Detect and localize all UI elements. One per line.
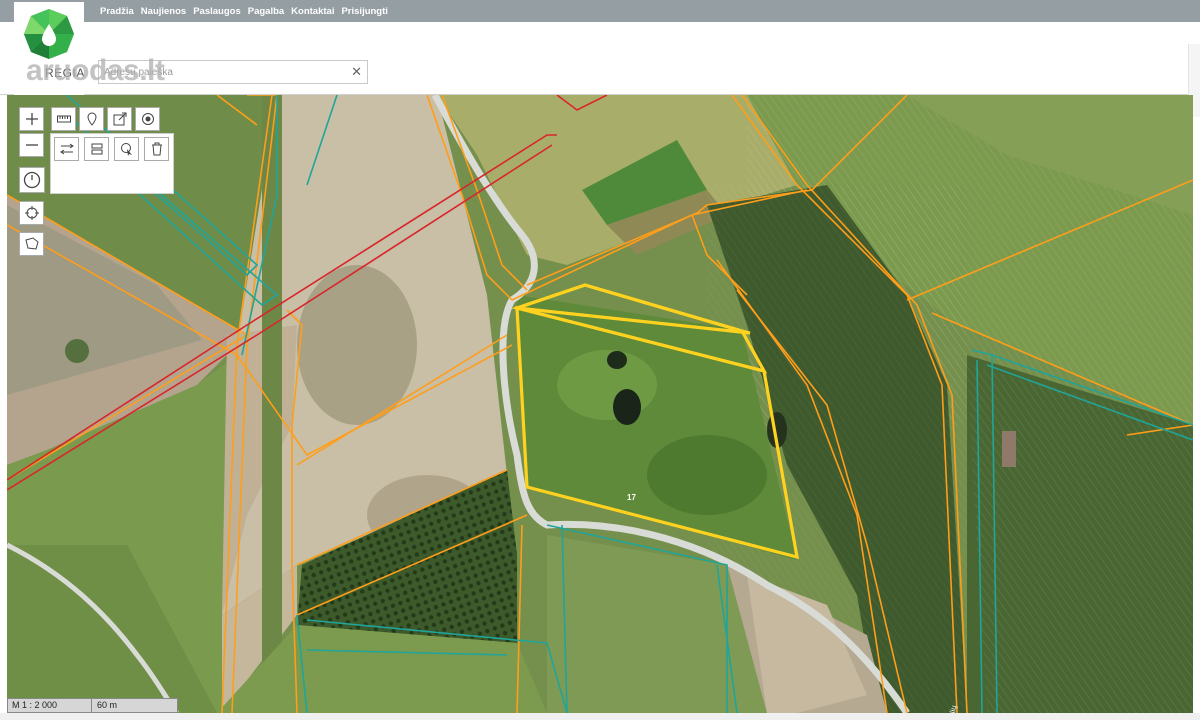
export-button[interactable] — [107, 107, 132, 131]
history-button[interactable] — [19, 167, 45, 193]
scale-distance: 60 m — [92, 698, 178, 713]
plus-icon — [25, 113, 38, 125]
locate-button[interactable] — [19, 201, 44, 225]
top-navigation-bar: Pradžia Naujienos Paslaugos Pagalba Kont… — [0, 0, 1200, 22]
polygon-select-icon — [24, 237, 39, 250]
close-icon[interactable]: ✕ — [351, 64, 362, 80]
layers-stack-icon — [91, 143, 102, 155]
scale-bar: M 1 : 2 000 60 m — [7, 698, 178, 713]
delete-button[interactable] — [144, 137, 169, 161]
page-header: REGIA ✕ — [0, 2, 1200, 117]
locate-crosshair-icon — [24, 206, 39, 220]
swap-button[interactable] — [54, 137, 79, 161]
map-canvas[interactable]: 17 Rudelių — [7, 95, 1193, 713]
scale-ratio: M 1 : 2 000 — [7, 698, 92, 713]
main-nav: Pradžia Naujienos Paslaugos Pagalba Kont… — [100, 0, 395, 22]
measure-button[interactable] — [51, 107, 76, 131]
zoom-out-button[interactable] — [19, 133, 44, 157]
nav-contacts[interactable]: Kontaktai — [291, 6, 334, 17]
clock-icon — [23, 171, 41, 189]
app-window: Pradžia Naujienos Paslaugos Pagalba Kont… — [0, 0, 1200, 720]
polygon-select-button[interactable] — [19, 232, 44, 256]
layers-button[interactable] — [84, 137, 109, 161]
minus-icon — [25, 144, 38, 146]
nav-home[interactable]: Pradžia — [100, 6, 134, 17]
nav-login[interactable]: Prisijungti — [341, 6, 387, 17]
location-button[interactable] — [79, 107, 104, 131]
location-pin-icon — [86, 112, 97, 126]
watermark: aruodas.lt — [26, 54, 165, 87]
measure-ruler-icon — [56, 115, 71, 123]
zoom-in-button[interactable] — [19, 107, 44, 131]
select-button[interactable] — [114, 137, 139, 161]
nav-news[interactable]: Naujienos — [141, 6, 186, 17]
swap-arrows-icon — [59, 143, 74, 155]
parcel-number-label: 17 — [627, 493, 636, 502]
target-dot-icon — [141, 113, 154, 125]
trash-icon — [151, 142, 162, 156]
cursor-select-icon — [120, 143, 132, 156]
nav-services[interactable]: Paslaugos — [193, 6, 241, 17]
bottom-strip — [0, 713, 1200, 720]
target-button[interactable] — [135, 107, 160, 131]
aerial-map — [7, 95, 1193, 713]
export-icon — [113, 112, 126, 126]
nav-help[interactable]: Pagalba — [248, 6, 284, 17]
